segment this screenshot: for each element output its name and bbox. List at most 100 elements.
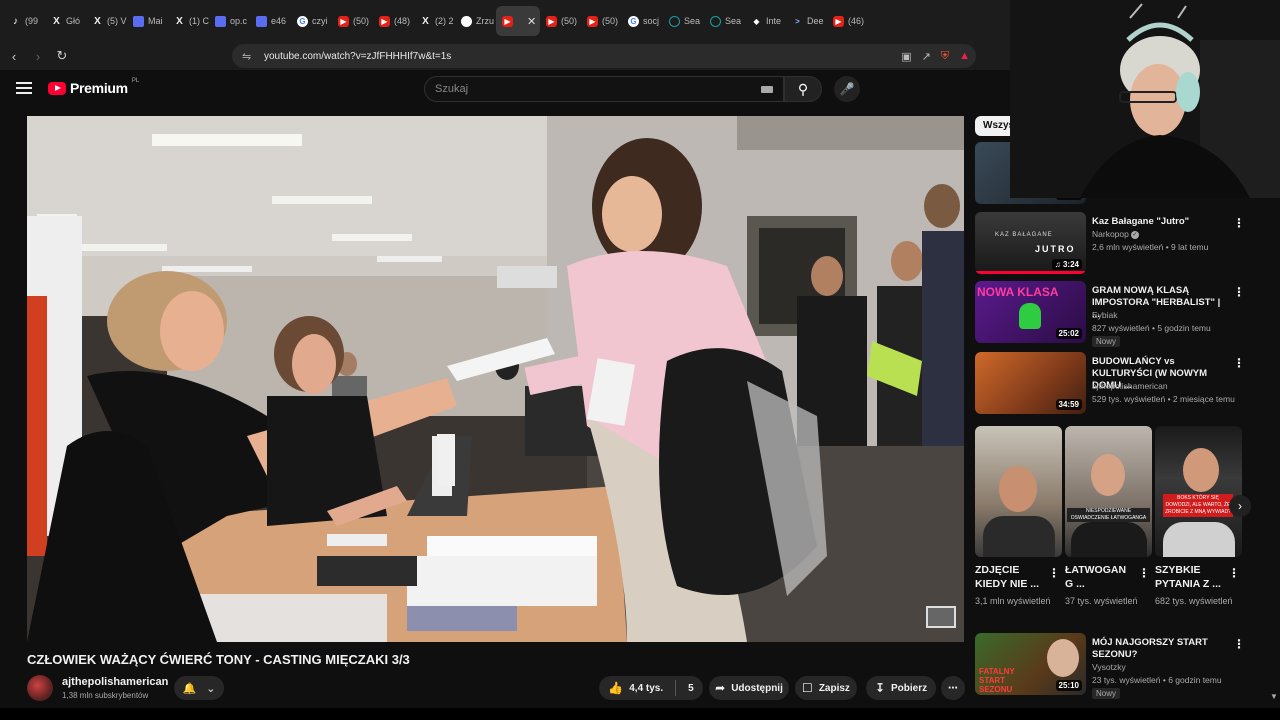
short-item[interactable]: NIESPODZIEWANE OSWIADCZENIE ŁATWOGANGA Ł… — [1065, 426, 1152, 607]
recommendation-item[interactable]: KAZ BAŁAGANE JUTRO ♫ 3:24 Kaz Bałagane "… — [975, 212, 1245, 276]
video-thumbnail[interactable]: NOWA KLASA 25:02 — [975, 281, 1086, 343]
youtube-icon: ▶ — [502, 15, 513, 27]
more-vertical-icon[interactable]: ⋮ — [1233, 356, 1245, 370]
watch-progress-bar — [975, 271, 1086, 274]
recommendation-title[interactable]: Kaz Bałagane "Jutro" — [1092, 216, 1222, 228]
channel-avatar[interactable] — [27, 675, 53, 701]
close-tab-icon[interactable]: ✕ — [527, 15, 536, 28]
face-shape — [999, 466, 1037, 512]
more-vertical-icon[interactable]: ⋮ — [1233, 285, 1245, 299]
recommendation-item[interactable]: NOWA KLASA 25:02 GRAM NOWĄ KLASĄ IMPOSTO… — [975, 281, 1245, 347]
rewards-icon[interactable]: ▲ — [959, 50, 970, 63]
recommendation-item[interactable]: 34:59 BUDOWLAŃCY vs KULTURYŚCI (W NOWYM … — [975, 352, 1245, 416]
browser-tab[interactable]: ▶ (50) — [540, 6, 581, 36]
recommendation-title[interactable]: MÓJ NAJGORSZY START SEZONU? — [1092, 637, 1222, 661]
browser-tab[interactable]: ▶ (50) — [332, 6, 373, 36]
scroll-down-icon[interactable]: ▼ — [1270, 692, 1278, 701]
miniplayer-icon[interactable] — [926, 606, 956, 628]
browser-tab[interactable]: ▶ (50) — [581, 6, 622, 36]
google-icon: G — [297, 15, 308, 27]
browser-tab[interactable]: X (1) C — [168, 6, 209, 36]
save-button[interactable]: ☐ Zapisz — [795, 676, 857, 700]
browser-tab[interactable]: Zrzu — [455, 6, 496, 36]
browser-tab[interactable]: Sea — [704, 6, 745, 36]
recommendation-meta: 2,6 mln wyświetleń • 9 lat temu — [1092, 242, 1209, 252]
dislike-count[interactable]: 5 — [688, 683, 694, 694]
video-thumbnail[interactable]: FATALNY START SEZONU 25:10 — [975, 633, 1086, 695]
recommendation-item[interactable]: FATALNY START SEZONU 25:10 MÓJ NAJGORSZY… — [975, 633, 1245, 699]
cast-icon[interactable]: ▣ — [901, 50, 911, 63]
video-thumbnail[interactable]: 34:59 — [975, 352, 1086, 414]
share-button[interactable]: ➦ Udostępnij — [709, 676, 789, 700]
short-thumbnail[interactable] — [975, 426, 1062, 557]
channel-name[interactable]: ajthepolishamerican — [62, 676, 168, 688]
more-vertical-icon[interactable]: ⋮ — [1138, 566, 1150, 580]
search-input[interactable]: Szukaj — [424, 76, 784, 102]
globe-icon — [461, 15, 472, 27]
browser-tab[interactable]: ♪ (99 — [4, 6, 45, 36]
address-bar[interactable]: ⇋ youtube.com/watch?v=zJfFHHHIf7w&t=1s ▣… — [232, 44, 976, 68]
recommendation-channel[interactable]: Eybiak — [1092, 310, 1118, 320]
thumbnail-text: FATALNY START SEZONU — [979, 667, 1015, 694]
browser-tab[interactable]: e46 — [250, 6, 291, 36]
browser-tab[interactable]: Sea — [663, 6, 704, 36]
more-vertical-icon[interactable]: ⋮ — [1228, 566, 1240, 580]
video-player[interactable] — [27, 116, 964, 642]
browser-tab[interactable]: ▶ (48) — [373, 6, 414, 36]
share-page-icon[interactable]: ↗ — [922, 50, 931, 63]
browser-tab[interactable]: X (5) V — [86, 6, 127, 36]
browser-tab[interactable]: Mai — [127, 6, 168, 36]
short-title[interactable]: ZDJĘCIE KIEDY NIE ... — [975, 563, 1047, 591]
tab-title: Zrzu — [476, 16, 494, 26]
recommendation-channel[interactable]: ajthepolishamerican — [1092, 381, 1168, 391]
short-item[interactable]: BOKS KTÓRY SIĘ DOWODZI, ALE WARTO, ŻE ZR… — [1155, 426, 1242, 607]
short-item[interactable]: ZDJĘCIE KIEDY NIE ... 3,1 mln wyświetleń… — [975, 426, 1062, 607]
browser-tab[interactable]: Gsocj — [622, 6, 663, 36]
more-vertical-icon[interactable]: ⋮ — [1233, 637, 1245, 651]
short-title[interactable]: ŁATWOGAN G ... — [1065, 563, 1137, 591]
reload-icon[interactable]: ↻ — [52, 48, 72, 64]
browser-tab[interactable]: ◆ Inte — [745, 6, 786, 36]
menu-icon[interactable] — [16, 82, 32, 97]
short-title[interactable]: SZYBKIE PYTANIA Z ... — [1155, 563, 1227, 591]
video-frame — [27, 116, 964, 642]
shorts-next-button[interactable]: › — [1229, 495, 1251, 517]
browser-tab[interactable]: op.c — [209, 6, 250, 36]
browser-tab[interactable]: X (2) 2 — [414, 6, 455, 36]
tab-title: czyi — [312, 16, 328, 26]
browser-tab[interactable]: > Dee — [786, 6, 827, 36]
tab-title: (99 — [25, 16, 39, 26]
search-button[interactable]: ⚲ — [784, 76, 822, 102]
recommendation-channel[interactable]: Narkopop ✓ — [1092, 229, 1139, 239]
back-icon[interactable]: ‹ — [4, 49, 24, 64]
doc-icon — [256, 15, 267, 27]
download-button[interactable]: ↧ Pobierz — [866, 676, 936, 700]
site-info-icon[interactable]: ⇋ — [242, 50, 260, 63]
browser-tab[interactable]: Gczyi — [291, 6, 332, 36]
tab-title: (50) — [602, 16, 619, 26]
video-thumbnail[interactable]: KAZ BAŁAGANE JUTRO ♫ 3:24 — [975, 212, 1086, 274]
more-actions-button[interactable]: ⋯ — [941, 676, 965, 700]
notification-bell-button[interactable]: 🔔 ⌄ — [174, 676, 224, 700]
youtube-premium-logo[interactable]: Premium PL — [48, 78, 139, 96]
short-thumbnail[interactable]: BOKS KTÓRY SIĘ DOWODZI, ALE WARTO, ŻE ZR… — [1155, 426, 1242, 557]
x-icon: X — [94, 15, 101, 27]
recommendation-channel[interactable]: Vysotzky — [1092, 662, 1126, 672]
like-dislike-group: 👍 4,4 tys. 5 — [599, 676, 703, 700]
bell-icon: 🔔 — [182, 682, 197, 695]
like-count[interactable]: 4,4 tys. — [629, 683, 663, 694]
browser-tab[interactable]: X Głó — [45, 6, 86, 36]
thumbnail-text: NOWA KLASA — [977, 285, 1059, 299]
more-vertical-icon[interactable]: ⋮ — [1048, 566, 1060, 580]
keyboard-icon[interactable] — [761, 86, 773, 93]
short-thumbnail[interactable]: NIESPODZIEWANE OSWIADCZENIE ŁATWOGANGA — [1065, 426, 1152, 557]
recommendation-meta: 529 tys. wyświetleń • 2 miesiące temu — [1092, 394, 1235, 404]
forward-icon[interactable]: › — [28, 49, 48, 64]
like-icon[interactable]: 👍 — [608, 681, 623, 695]
browser-tab[interactable]: ▶ (46) — [827, 6, 868, 36]
tiktok-icon: ♪ — [13, 15, 18, 27]
brave-shield-icon[interactable]: ⛨ — [941, 50, 949, 63]
voice-search-button[interactable]: 🎤 — [834, 76, 860, 102]
browser-tab[interactable]: ▶ ✕ — [496, 6, 540, 36]
more-vertical-icon[interactable]: ⋮ — [1233, 216, 1245, 230]
